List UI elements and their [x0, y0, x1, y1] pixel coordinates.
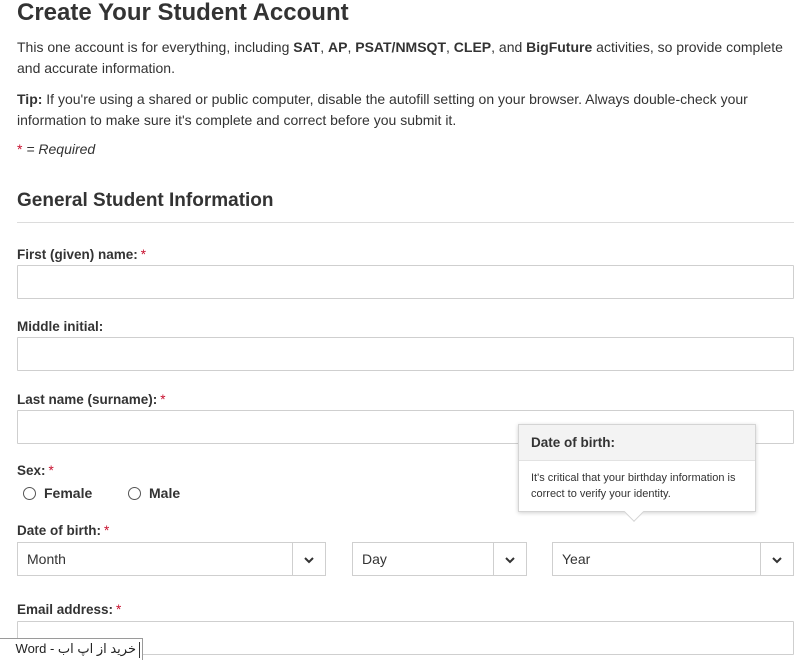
dob-day-select[interactable]: Day	[352, 542, 527, 576]
section-divider	[17, 222, 794, 223]
dob-day-value: Day	[362, 551, 387, 567]
taskbar-separator	[139, 642, 140, 658]
required-star: *	[48, 463, 54, 478]
taskbar-label: خرید از اپ اب - Word	[15, 641, 136, 656]
required-star: *	[140, 247, 147, 262]
tip-paragraph: Tip: If you're using a shared or public …	[17, 91, 748, 128]
required-star: *	[116, 602, 122, 617]
tooltip-text: It's critical that your birthday informa…	[531, 472, 736, 500]
first-name-input[interactable]	[17, 265, 794, 299]
tip-label: Tip:	[17, 91, 43, 107]
chevron-down-icon[interactable]	[503, 553, 517, 567]
middle-initial-input[interactable]	[17, 337, 794, 371]
sex-male-radio[interactable]: Male	[128, 485, 180, 501]
ap-label: AP	[328, 39, 348, 55]
sat-label: SAT	[293, 39, 321, 55]
taskbar-word-item[interactable]: خرید از اپ اب - Word	[0, 638, 143, 660]
middle-initial-label: Middle initial:	[17, 319, 104, 334]
sex-male-label: Male	[149, 485, 181, 501]
sex-female-radio[interactable]: Female	[23, 485, 92, 501]
chevron-down-icon[interactable]	[770, 553, 784, 567]
first-name-label: First (given) name: *	[17, 247, 147, 262]
dob-year-value: Year	[562, 551, 591, 567]
required-star: *	[160, 392, 166, 407]
bigfuture-label: BigFuture	[526, 39, 593, 55]
radio-circle[interactable]	[23, 486, 36, 500]
tooltip-arrow	[624, 502, 644, 522]
required-star: *	[104, 523, 110, 538]
select-divider	[493, 543, 494, 575]
required-note: * = Required	[17, 141, 96, 157]
last-name-label: Last name (surname): *	[17, 392, 166, 407]
psat-label: PSAT/NMSQT	[355, 39, 446, 55]
dob-tooltip: Date of birth: It's critical that your b…	[518, 424, 756, 522]
email-label: Email address: *	[17, 602, 122, 617]
dob-year-select[interactable]: Year	[552, 542, 794, 576]
sex-female-label: Female	[44, 485, 93, 501]
chevron-down-icon[interactable]	[302, 553, 316, 567]
intro-paragraph: This one account is for everything, incl…	[17, 39, 783, 76]
page-title: Create Your Student Account	[17, 0, 349, 26]
sex-label: Sex: *	[17, 463, 54, 478]
dob-month-select[interactable]: Month	[17, 542, 326, 576]
clep-label: CLEP	[453, 39, 492, 55]
select-divider	[292, 543, 293, 575]
radio-circle[interactable]	[128, 486, 141, 500]
select-divider	[760, 543, 761, 575]
section-title: General Student Information	[17, 190, 274, 211]
dob-label: Date of birth: *	[17, 523, 110, 538]
dob-month-value: Month	[27, 551, 66, 567]
tooltip-title: Date of birth:	[519, 425, 755, 461]
